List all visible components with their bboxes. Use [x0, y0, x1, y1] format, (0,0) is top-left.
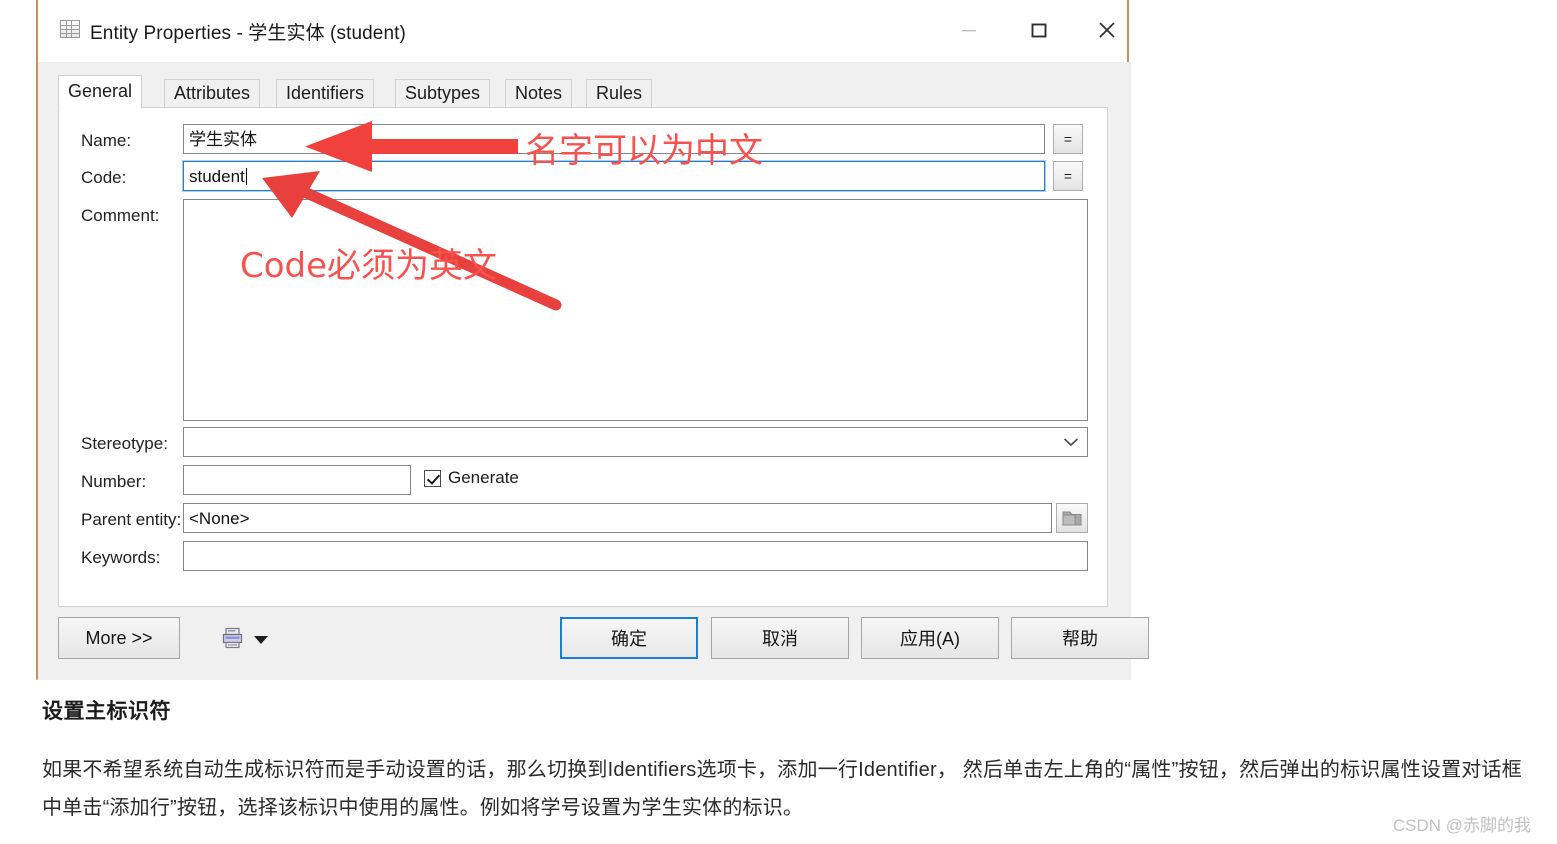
comment-textarea[interactable] — [183, 199, 1088, 421]
name-equals-button[interactable]: = — [1053, 124, 1083, 154]
maximize-button[interactable] — [1016, 10, 1062, 50]
ok-button[interactable]: 确定 — [560, 617, 698, 659]
tab-subtypes[interactable]: Subtypes — [395, 79, 491, 108]
stereotype-combobox[interactable] — [183, 427, 1088, 457]
dialog-titlebar: Entity Properties - 学生实体 (student) — [38, 0, 1127, 62]
folder-icon — [1062, 511, 1082, 526]
article-paragraph: 如果不希望系统自动生成标识符而是手动设置的话，那么切换到Identifiers选… — [42, 759, 1522, 819]
maximize-icon — [1031, 23, 1047, 38]
number-input[interactable] — [183, 465, 411, 495]
dialog-footer: More >> 确定 取消 应用(A) 帮助 — [38, 617, 1149, 680]
close-button[interactable] — [1084, 10, 1130, 50]
help-button[interactable]: 帮助 — [1011, 617, 1149, 659]
code-input-value: student — [189, 167, 245, 186]
stereotype-label: Stereotype: — [81, 434, 168, 453]
tab-rules[interactable]: Rules — [586, 79, 653, 108]
dialog-title: Entity Properties - 学生实体 (student) — [90, 23, 406, 44]
name-label: Name: — [81, 131, 132, 150]
comment-label: Comment: — [81, 206, 160, 225]
parent-entity-browse-button[interactable] — [1056, 503, 1088, 533]
tab-bar: General Attributes Identifiers Subtypes … — [58, 75, 1108, 109]
minimize-button[interactable] — [946, 10, 992, 50]
code-label: Code: — [81, 168, 127, 187]
parent-entity-label: Parent entity: — [81, 510, 182, 529]
article-heading: 设置主标识符 — [42, 700, 171, 723]
generate-checkbox-row[interactable]: Generate — [424, 468, 519, 488]
entity-properties-dialog: Entity Properties - 学生实体 (student) Gener… — [36, 0, 1149, 680]
generate-checkbox[interactable] — [424, 469, 441, 487]
tab-general[interactable]: General — [58, 75, 143, 109]
more-button[interactable]: More >> — [58, 617, 180, 659]
code-equals-button[interactable]: = — [1053, 161, 1083, 191]
number-label: Number: — [81, 472, 147, 491]
tab-identifiers[interactable]: Identifiers — [276, 79, 375, 108]
tab-notes[interactable]: Notes — [505, 79, 573, 108]
grid-table-icon — [60, 20, 80, 38]
code-annotation-text: Code必须为英文 — [240, 246, 498, 286]
minimize-icon — [962, 30, 976, 32]
chevron-down-icon — [1063, 438, 1079, 447]
text-caret — [245, 168, 247, 185]
name-annotation-text: 名字可以为中文 — [525, 131, 763, 171]
tab-attributes[interactable]: Attributes — [164, 79, 261, 108]
printer-icon[interactable] — [221, 626, 245, 650]
apply-button[interactable]: 应用(A) — [861, 617, 999, 659]
close-icon — [1099, 22, 1115, 38]
article-section: 设置主标识符 如果不希望系统自动生成标识符而是手动设置的话，那么切换到Ident… — [42, 695, 1522, 827]
generate-label: Generate — [448, 468, 519, 487]
keywords-input[interactable] — [183, 541, 1088, 571]
general-tab-panel: Name: 学生实体 = Code: student = Comment: St… — [58, 107, 1108, 607]
csdn-watermark: CSDN @赤脚的我 — [1392, 816, 1531, 835]
cancel-button[interactable]: 取消 — [711, 617, 849, 659]
printer-dropdown-arrow-icon[interactable] — [253, 635, 269, 645]
keywords-label: Keywords: — [81, 548, 161, 567]
parent-entity-input[interactable]: <None> — [183, 503, 1052, 533]
